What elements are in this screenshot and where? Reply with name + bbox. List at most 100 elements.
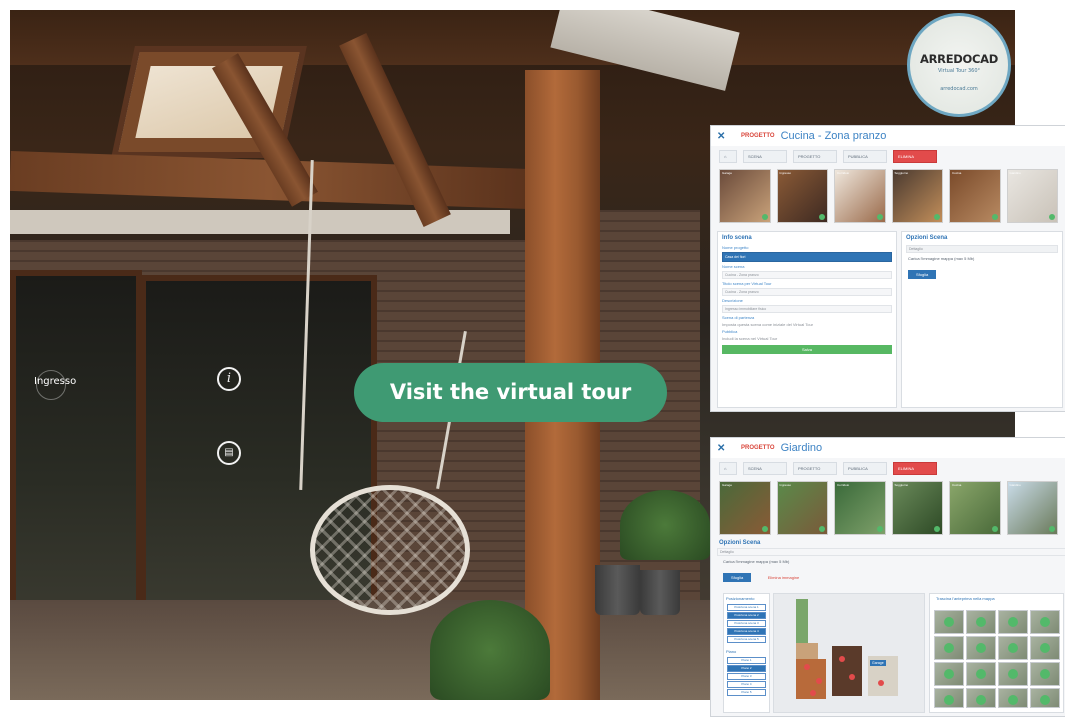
browse-button[interactable]: Sfoglia <box>723 573 752 582</box>
detail-tab[interactable]: Dettaglio <box>717 548 1065 556</box>
scene-thumb[interactable]: Ingresso <box>776 169 828 223</box>
tab-pubblica[interactable]: PUBBLICA <box>843 150 887 163</box>
tour-title-field[interactable]: Cucina - Zona pranzo <box>722 288 892 296</box>
position-button[interactable]: Posiziona scena 1 <box>727 604 766 611</box>
preview-tile[interactable] <box>998 688 1028 708</box>
map-marker[interactable] <box>849 674 855 680</box>
check-icon <box>876 526 883 532</box>
preview-tile[interactable] <box>1030 636 1060 660</box>
window-left <box>10 270 142 622</box>
floor-button[interactable]: Piano 1 <box>727 657 766 664</box>
scene-thumb[interactable]: Corridoio <box>834 169 886 223</box>
floor-plan-map[interactable]: Garage <box>773 593 925 713</box>
preview-tile[interactable] <box>966 688 996 708</box>
tab-elimina[interactable]: ELIMINA <box>893 150 937 163</box>
preview-tile[interactable] <box>934 610 964 634</box>
preview-tile[interactable] <box>934 636 964 660</box>
scene-thumb[interactable]: Garage <box>719 169 771 223</box>
scene-thumb[interactable]: Soggiorno <box>891 481 943 535</box>
map-marker[interactable] <box>878 680 884 686</box>
scene-title: Giardino <box>780 442 823 454</box>
field-label: Nome progetto <box>722 245 749 250</box>
map-marker[interactable] <box>804 664 810 670</box>
check-icon <box>944 617 954 627</box>
tab-scena[interactable]: SCENA <box>743 150 787 163</box>
initial-scene-checkbox[interactable]: Imposta questa scena come iniziale del V… <box>718 321 896 328</box>
map-marker[interactable] <box>816 678 822 684</box>
preview-tile[interactable] <box>998 636 1028 660</box>
check-icon <box>934 526 940 532</box>
preview-tile[interactable] <box>934 688 964 708</box>
scene-options-heading: Opzioni Scena <box>719 540 761 546</box>
check-icon <box>1008 617 1018 627</box>
description-field[interactable]: Ingresso immobiliare fisico <box>722 305 892 313</box>
scene-info-box: Info scena Nome progetto Casa dei fiori … <box>717 231 897 408</box>
editor-header: ✕ PROGETTO Cucina - Zona pranzo <box>711 126 1065 146</box>
tab-progetto[interactable]: PROGETTO <box>793 462 837 475</box>
project-select[interactable]: Casa dei fiori <box>722 252 892 262</box>
save-button[interactable]: Salva <box>722 345 892 354</box>
section-label: PROGETTO <box>741 133 775 139</box>
preview-tile[interactable] <box>998 662 1028 686</box>
positioning-title: Posizionamento <box>726 596 755 601</box>
check-icon <box>944 643 954 653</box>
document-icon[interactable]: ▤ <box>217 441 241 465</box>
tab-pubblica[interactable]: PUBBLICA <box>843 462 887 475</box>
preview-tile[interactable] <box>934 662 964 686</box>
tab-scena[interactable]: SCENA <box>743 462 787 475</box>
arredocad-logo: ARREDOCAD Virtual Tour 360° arredocad.co… <box>907 13 1011 117</box>
preview-tile[interactable] <box>1030 688 1060 708</box>
floor-button[interactable]: Piano 4 <box>727 681 766 688</box>
plant <box>620 490 710 560</box>
tab-progetto[interactable]: PROGETTO <box>793 150 837 163</box>
preview-tile[interactable] <box>966 610 996 634</box>
preview-tile[interactable] <box>1030 662 1060 686</box>
preview-tile[interactable] <box>966 662 996 686</box>
map-marker[interactable] <box>810 690 816 696</box>
upload-text: Carica l'immagine mappa (max 5 Mb) <box>723 559 790 564</box>
home-icon[interactable]: ⌂ <box>719 150 737 163</box>
scene-thumb[interactable]: Giardino <box>1006 481 1058 535</box>
tab-elimina[interactable]: ELIMINA <box>893 462 937 475</box>
position-button[interactable]: Posiziona scena 2 <box>727 612 766 619</box>
floor-button[interactable]: Piano 5 <box>727 689 766 696</box>
logo-site: arredocad.com <box>940 86 978 92</box>
scene-options-box: Opzioni Scena Dettaglio Carica l'immagin… <box>901 231 1063 408</box>
preview-tile[interactable] <box>998 610 1028 634</box>
position-button[interactable]: Posiziona scena 3 <box>727 620 766 627</box>
scene-thumb[interactable]: Cucina <box>949 169 1001 223</box>
detail-tab[interactable]: Dettaglio <box>906 245 1058 253</box>
check-icon <box>1040 617 1050 627</box>
home-icon[interactable]: ⌂ <box>719 462 737 475</box>
remove-image-button[interactable]: Elimina immagine <box>762 573 806 582</box>
scene-thumb[interactable]: Corridoio <box>834 481 886 535</box>
scene-thumb[interactable]: Giardino <box>1006 169 1058 223</box>
publish-checkbox[interactable]: Includi la scena nel Virtual Tour <box>718 335 896 342</box>
preview-tile[interactable] <box>1030 610 1060 634</box>
info-icon[interactable]: i <box>217 367 241 391</box>
check-icon <box>761 526 768 532</box>
check-icon <box>976 695 986 705</box>
scene-thumb[interactable]: Cucina <box>949 481 1001 535</box>
position-button[interactable]: Posiziona scena 5 <box>727 636 766 643</box>
field-label: Pubblica <box>722 329 738 334</box>
visit-tour-button[interactable]: Visit the virtual tour <box>354 363 667 422</box>
scene-thumb[interactable]: Garage <box>719 481 771 535</box>
browse-button[interactable]: Sfoglia <box>908 270 937 279</box>
scene-name-field[interactable]: Cucina - Zona pranzo <box>722 271 892 279</box>
plant-pot <box>595 565 640 615</box>
floor-button[interactable]: Piano 2 <box>727 665 766 672</box>
preview-tile[interactable] <box>966 636 996 660</box>
position-button[interactable]: Posiziona scena 4 <box>727 628 766 635</box>
check-icon <box>934 214 940 220</box>
floor-button[interactable]: Piano 3 <box>727 673 766 680</box>
plant-pot <box>640 570 680 615</box>
scene-thumb[interactable]: Ingresso <box>776 481 828 535</box>
scene-thumbnails: Garage Ingresso Corridoio Soggiorno Cuci… <box>711 167 1065 225</box>
editor-header: ✕ PROGETTO Giardino <box>711 438 1065 458</box>
map-room <box>832 646 862 696</box>
scene-thumb[interactable]: Soggiorno <box>891 169 943 223</box>
scene-options-section: Opzioni Scena Dettaglio Carica l'immagin… <box>717 539 1065 584</box>
map-marker[interactable] <box>839 656 845 662</box>
map-room-label: Garage <box>870 660 886 666</box>
